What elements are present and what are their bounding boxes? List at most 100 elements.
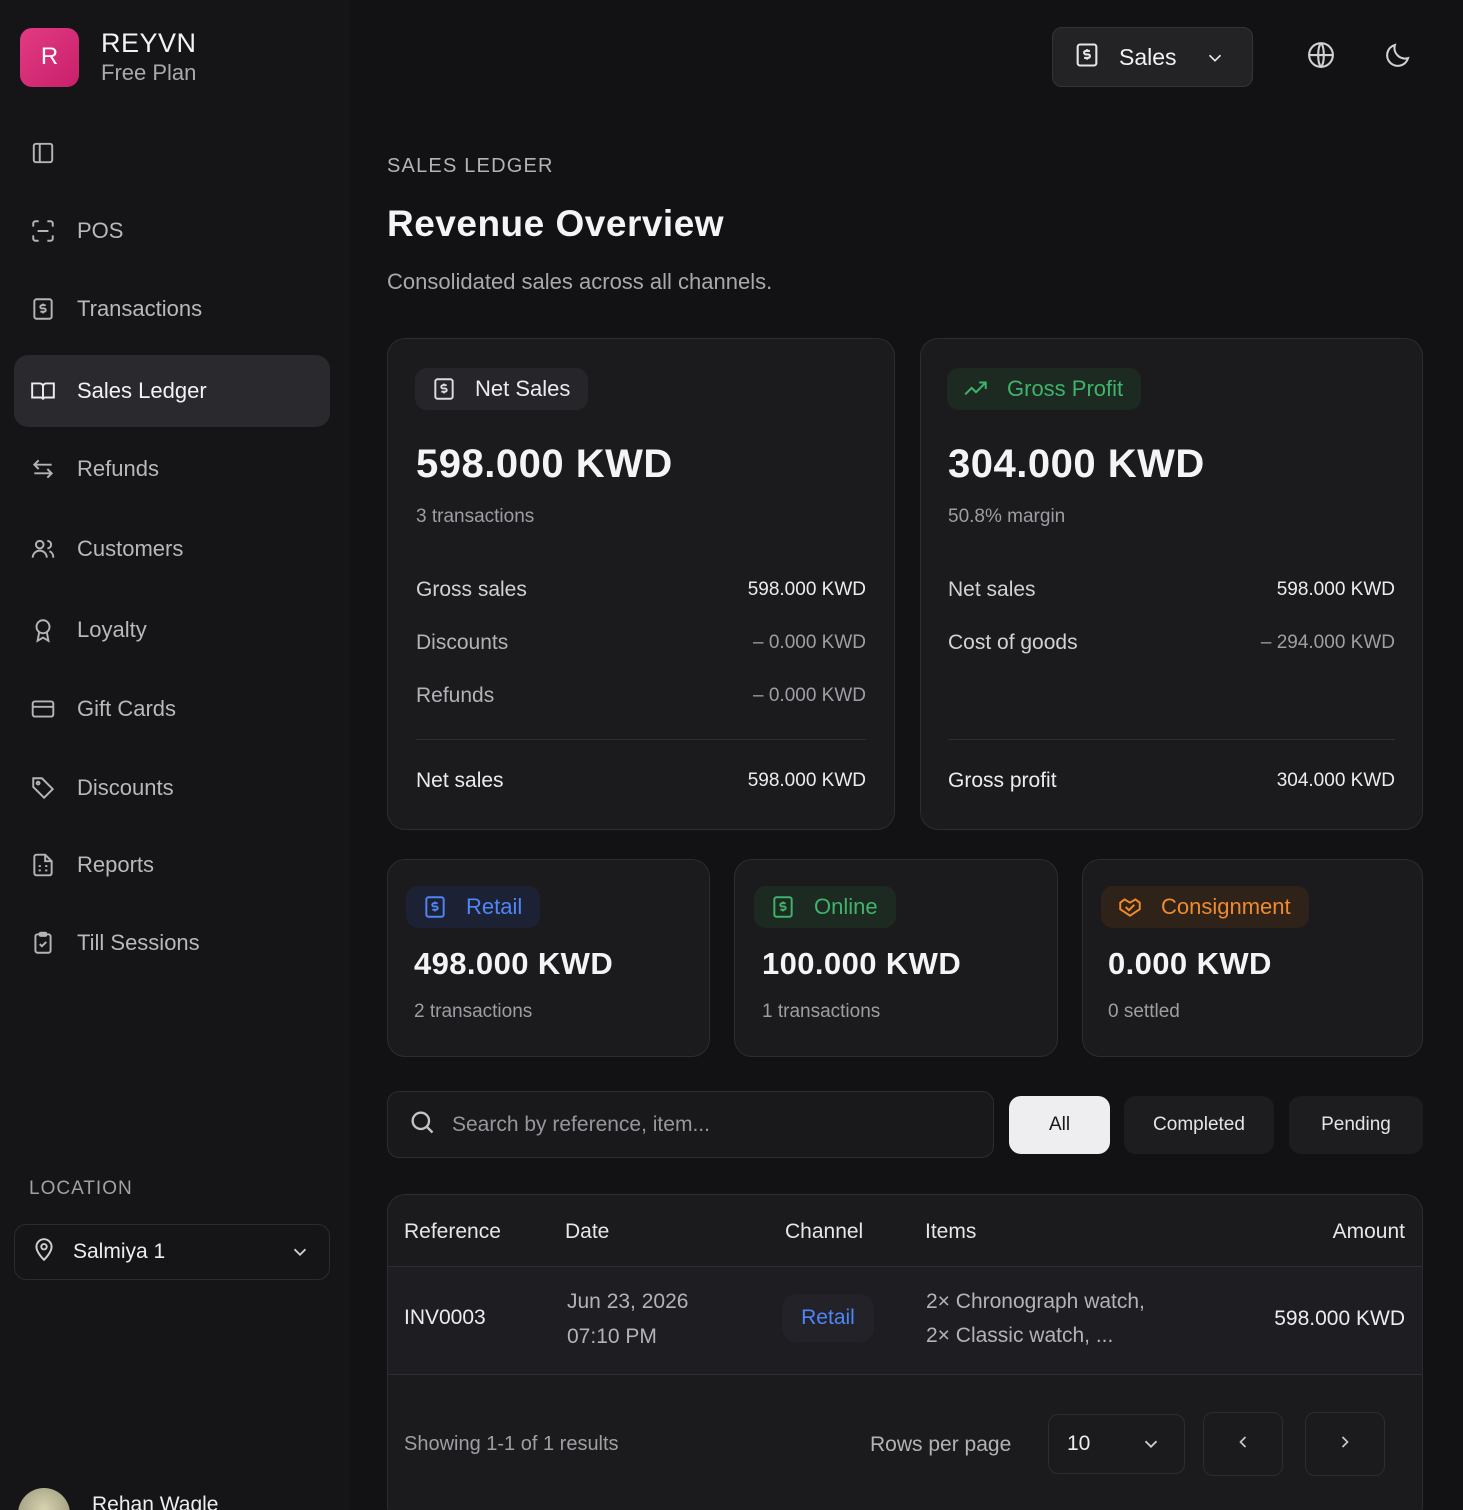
award-icon: [29, 616, 57, 644]
language-button[interactable]: [1306, 40, 1338, 72]
scan-icon: [29, 217, 57, 245]
online-value: 100.000 KWD: [762, 946, 962, 981]
search-input[interactable]: [452, 1112, 952, 1137]
table-row-divider: [388, 1374, 1422, 1375]
chevron-right-icon: [1335, 1432, 1355, 1457]
net-sales-value: 598.000 KWD: [416, 442, 673, 486]
sidebar-item-label: Customers: [77, 536, 184, 561]
sidebar-item-refunds[interactable]: Refunds: [14, 433, 330, 505]
location-heading: LOCATION: [29, 1178, 133, 1199]
sidebar-item-label: Discounts: [77, 775, 174, 800]
sidebar: R REYVN Free Plan POS Transactions Sales…: [0, 0, 350, 1510]
moon-icon: [1383, 43, 1413, 74]
consignment-label: Consignment: [1161, 894, 1291, 919]
gross-sales-label: Gross sales: [416, 578, 527, 601]
sidebar-item-till-sessions[interactable]: Till Sessions: [14, 907, 330, 979]
sidebar-item-gift-cards[interactable]: Gift Cards: [14, 673, 330, 745]
rows-per-page-select[interactable]: 10: [1048, 1414, 1185, 1474]
retail-badge: Retail: [406, 886, 541, 928]
results-count: Showing 1-1 of 1 results: [404, 1433, 619, 1455]
sidebar-item-label: Gift Cards: [77, 696, 177, 721]
gross-profit-total-value: 304.000 KWD: [1276, 770, 1395, 791]
book-open-icon: [29, 377, 57, 405]
column-header-reference[interactable]: Reference: [404, 1220, 501, 1244]
sidebar-item-label: Reports: [77, 852, 155, 877]
credit-card-icon: [29, 695, 57, 723]
table-row[interactable]: [388, 1267, 1422, 1374]
gp-net-sales-value: 598.000 KWD: [1276, 579, 1395, 600]
chevron-left-icon: [1233, 1432, 1253, 1457]
divider: [416, 739, 866, 740]
discounts-value: – 0.000 KWD: [753, 632, 866, 653]
online-sub: 1 transactions: [762, 1001, 881, 1022]
row-date: Jun 23, 2026: [567, 1290, 689, 1313]
consignment-value: 0.000 KWD: [1108, 946, 1272, 981]
location-value: Salmiya 1: [73, 1240, 166, 1263]
sidebar-item-pos[interactable]: POS: [14, 195, 330, 267]
next-page-button[interactable]: [1305, 1412, 1385, 1476]
sidebar-toggle-button[interactable]: [14, 117, 330, 189]
map-pin-icon: [31, 1237, 57, 1268]
retail-value: 498.000 KWD: [414, 946, 614, 981]
user-name: Rehan Wagle: [92, 1493, 219, 1510]
discounts-label: Discounts: [416, 631, 509, 654]
chevron-down-icon: [1140, 1433, 1162, 1461]
sidebar-item-transactions[interactable]: Transactions: [14, 273, 330, 345]
page-kicker: SALES LEDGER: [387, 155, 554, 177]
sidebar-item-label: Refunds: [77, 456, 159, 481]
previous-page-button[interactable]: [1203, 1412, 1283, 1476]
filter-all-button[interactable]: All: [1009, 1096, 1110, 1154]
sidebar-item-customers[interactable]: Customers: [14, 513, 330, 585]
net-sales-label: Net Sales: [475, 376, 571, 401]
row-time: 07:10 PM: [567, 1325, 657, 1348]
receipt-dollar-icon: [425, 896, 445, 918]
gross-profit-sub: 50.8% margin: [948, 506, 1066, 527]
search-box: [387, 1091, 994, 1158]
tag-icon: [29, 774, 57, 802]
net-sales-total-label: Net sales: [416, 769, 504, 792]
receipt-dollar-icon: [434, 378, 454, 400]
gross-profit-total-label: Gross profit: [948, 769, 1057, 792]
online-badge: Online: [754, 886, 896, 928]
column-header-items[interactable]: Items: [925, 1220, 976, 1244]
module-select-label: Sales: [1119, 43, 1177, 70]
module-select[interactable]: Sales: [1052, 27, 1253, 87]
sidebar-item-label: POS: [77, 218, 124, 243]
chevron-down-icon: [1204, 47, 1226, 74]
rows-per-page-value: 10: [1067, 1432, 1091, 1455]
page-subtitle: Consolidated sales across all channels.: [387, 269, 773, 294]
column-header-channel[interactable]: Channel: [785, 1220, 863, 1244]
chevron-down-icon: [289, 1241, 311, 1268]
theme-toggle-button[interactable]: [1383, 40, 1415, 72]
handshake-icon: [1119, 898, 1141, 917]
globe-icon: [1306, 42, 1336, 74]
cost-of-goods-value: – 294.000 KWD: [1260, 632, 1395, 653]
sidebar-item-loyalty[interactable]: Loyalty: [14, 594, 330, 666]
row-reference: INV0003: [404, 1306, 486, 1329]
filter-completed-button[interactable]: Completed: [1124, 1096, 1274, 1154]
brand-name: REYVN: [101, 28, 197, 58]
refunds-value: – 0.000 KWD: [753, 685, 866, 706]
brand[interactable]: R REYVN Free Plan: [20, 27, 197, 87]
consignment-badge: Consignment: [1101, 886, 1309, 928]
filter-pending-button[interactable]: Pending: [1289, 1096, 1423, 1154]
user-profile[interactable]: Rehan Wagle: [18, 1488, 218, 1510]
row-items-line2: 2× Classic watch, ...: [926, 1324, 1114, 1347]
gross-sales-value: 598.000 KWD: [747, 579, 866, 600]
clipboard-check-icon: [29, 929, 57, 957]
report-icon: [29, 851, 57, 879]
location-select[interactable]: Salmiya 1: [14, 1224, 330, 1280]
net-sales-sub: 3 transactions: [416, 506, 535, 527]
row-items-line1: 2× Chronograph watch,: [926, 1290, 1145, 1313]
sidebar-item-reports[interactable]: Reports: [14, 829, 330, 901]
column-header-date[interactable]: Date: [565, 1220, 609, 1244]
sidebar-item-sales-ledger[interactable]: Sales Ledger: [14, 355, 330, 427]
column-header-amount[interactable]: Amount: [1333, 1220, 1405, 1244]
gp-net-sales-label: Net sales: [948, 578, 1036, 601]
sidebar-item-label: Sales Ledger: [77, 378, 207, 403]
sidebar-item-discounts[interactable]: Discounts: [14, 752, 330, 824]
refunds-label: Refunds: [416, 684, 495, 707]
retail-sub: 2 transactions: [414, 1001, 533, 1022]
arrows-swap-icon: [29, 455, 57, 483]
trending-up-icon: [964, 381, 987, 396]
